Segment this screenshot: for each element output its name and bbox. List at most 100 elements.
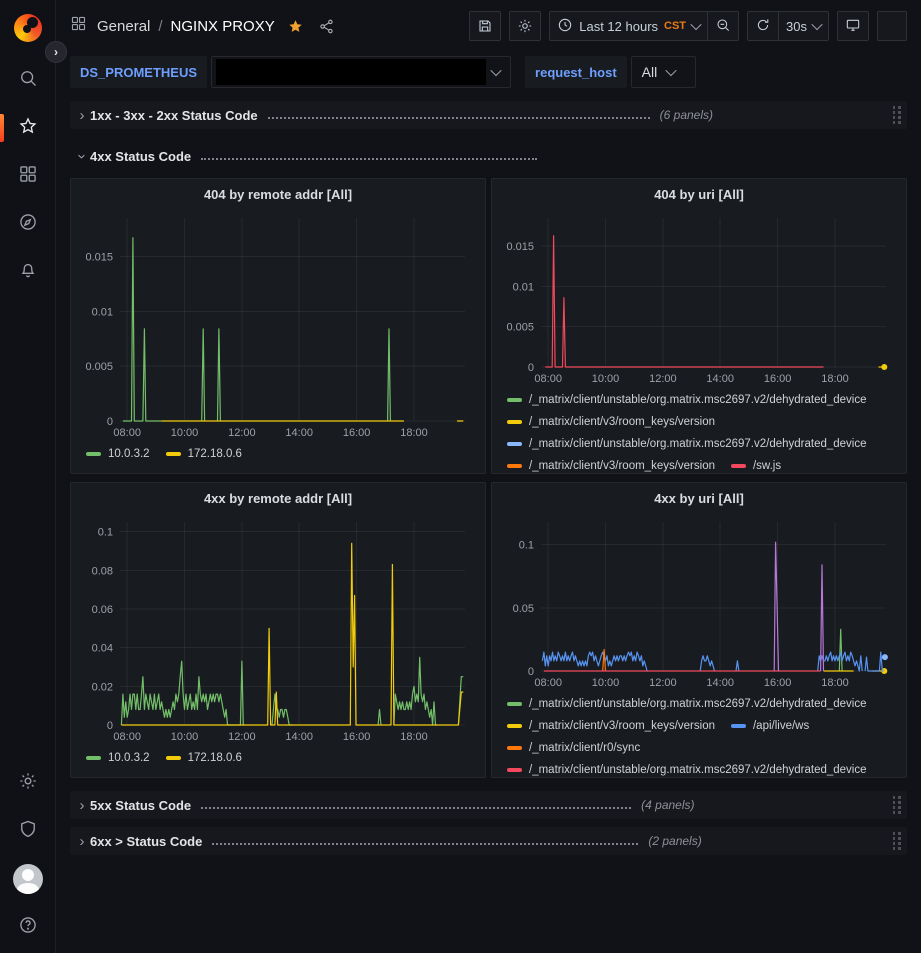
variable-label-ds-prometheus[interactable]: DS_PROMETHEUS (70, 56, 207, 88)
legend-item[interactable]: /_matrix/client/unstable/org.matrix.msc2… (507, 693, 867, 715)
timeseries-chart[interactable]: 00.020.040.060.080.108:0010:0012:0014:00… (76, 513, 479, 745)
row-drag-handle-icon[interactable] (893, 832, 902, 850)
svg-text:0.08: 0.08 (92, 565, 113, 577)
row-panel-count: (6 panels) (660, 108, 713, 122)
timeseries-chart[interactable]: 00.0050.010.01508:0010:0012:0014:0016:00… (497, 209, 900, 387)
row-drag-handle-icon[interactable] (893, 106, 902, 124)
svg-text:14:00: 14:00 (285, 427, 313, 439)
breadcrumb-folder[interactable]: General (97, 18, 150, 35)
dashboard-settings-button[interactable] (509, 11, 541, 41)
sidebar-item-help[interactable] (0, 903, 55, 951)
request-host-value: All (642, 64, 658, 80)
sidebar-item-dashboards[interactable] (0, 152, 55, 200)
legend-series-name: /_matrix/client/v3/room_keys/version (529, 416, 715, 428)
legend-item[interactable]: 172.18.0.6 (166, 747, 242, 769)
sidebar-bottom-nav (0, 759, 55, 953)
svg-text:0.04: 0.04 (92, 643, 113, 655)
svg-text:08:00: 08:00 (534, 373, 562, 385)
favorite-star-icon[interactable] (285, 16, 306, 37)
sidebar-item-profile[interactable] (0, 855, 55, 903)
chevron-right-icon: › (74, 797, 90, 814)
legend-swatch (86, 756, 101, 760)
row-drag-handle-icon[interactable] (893, 796, 902, 814)
panel-header[interactable]: 4xx by uri [All] (497, 483, 901, 513)
legend-item[interactable]: /_matrix/client/unstable/org.matrix.msc2… (507, 759, 867, 777)
timeseries-chart[interactable]: 00.0050.010.01508:0010:0012:0014:0016:00… (76, 209, 479, 441)
sidebar-item-server-admin[interactable] (0, 807, 55, 855)
legend-item[interactable]: 10.0.3.2 (86, 747, 150, 769)
sidebar-item-search[interactable] (0, 56, 55, 104)
panel-404-by-uri: 404 by uri [All] 00.0050.010.01508:0010:… (491, 178, 907, 474)
chevron-right-icon: › (74, 833, 90, 850)
svg-text:0.1: 0.1 (519, 540, 534, 552)
panel-header[interactable]: 404 by uri [All] (497, 179, 901, 209)
time-range-picker[interactable]: Last 12 hours CST (549, 11, 707, 41)
refresh-icon (755, 17, 771, 36)
breadcrumb-dashboard-title: NGINX PROXY (171, 18, 275, 35)
svg-text:10:00: 10:00 (171, 427, 199, 439)
dashboards-grid-icon (18, 164, 38, 189)
legend-item[interactable]: /_matrix/client/v3/room_keys/version (507, 411, 715, 433)
svg-text:16:00: 16:00 (343, 427, 371, 439)
more-options-button[interactable] (877, 11, 907, 41)
legend-item[interactable]: 172.18.0.6 (166, 443, 242, 465)
svg-text:0.005: 0.005 (506, 322, 534, 334)
request-host-variable-select[interactable]: All (631, 56, 697, 88)
legend-swatch (731, 724, 746, 728)
legend-series-name: /_matrix/client/v3/room_keys/version (529, 460, 715, 472)
sidebar-item-alerting[interactable] (0, 248, 55, 296)
help-icon (18, 915, 38, 940)
time-range-label: Last 12 hours (579, 19, 658, 34)
svg-text:12:00: 12:00 (228, 731, 256, 743)
legend-swatch (507, 724, 522, 728)
svg-text:0.01: 0.01 (513, 282, 534, 294)
share-icon[interactable] (316, 16, 337, 37)
row-6xx[interactable]: › 6xx > Status Code (2 panels) (70, 827, 907, 855)
tv-mode-button[interactable] (837, 11, 869, 41)
legend-swatch (731, 464, 746, 468)
panel-legend: /_matrix/client/unstable/org.matrix.msc2… (497, 387, 901, 473)
panel-4xx-by-remote-addr: 4xx by remote addr [All] 00.020.040.060.… (70, 482, 486, 778)
chevron-down-icon (690, 19, 701, 30)
sidebar: › (0, 0, 56, 953)
bell-icon (18, 260, 38, 285)
legend-item[interactable]: /sw.js (731, 455, 781, 473)
breadcrumb-separator: / (158, 18, 162, 35)
svg-text:12:00: 12:00 (228, 427, 256, 439)
row-1xx-3xx-2xx[interactable]: › 1xx - 3xx - 2xx Status Code (6 panels) (70, 101, 907, 129)
sidebar-item-settings[interactable] (0, 759, 55, 807)
legend-item[interactable]: 10.0.3.2 (86, 443, 150, 465)
row-title: 1xx - 3xx - 2xx Status Code (90, 108, 258, 123)
svg-text:0.015: 0.015 (85, 251, 113, 263)
panel-title: 4xx by uri [All] (654, 491, 744, 506)
panel-title: 4xx by remote addr [All] (204, 491, 352, 506)
panel-header[interactable]: 404 by remote addr [All] (76, 179, 480, 209)
sidebar-nav (0, 56, 55, 296)
timeseries-chart[interactable]: 00.050.108:0010:0012:0014:0016:0018:00 (497, 513, 900, 691)
breadcrumb: General / NGINX PROXY (97, 18, 275, 35)
sidebar-item-starred[interactable] (0, 104, 55, 152)
legend-item[interactable]: /_matrix/client/v3/room_keys/version (507, 715, 715, 737)
legend-item[interactable]: /api/live/ws (731, 715, 809, 737)
variable-label-request-host[interactable]: request_host (525, 56, 627, 88)
zoom-out-time-button[interactable] (707, 11, 739, 41)
panel-header[interactable]: 4xx by remote addr [All] (76, 483, 480, 513)
legend-item[interactable]: /_matrix/client/unstable/org.matrix.msc2… (507, 433, 867, 455)
refresh-button[interactable] (747, 11, 778, 41)
sidebar-item-explore[interactable] (0, 200, 55, 248)
legend-item[interactable]: /_matrix/client/v3/room_keys/version (507, 455, 715, 473)
refresh-interval-picker[interactable]: 30s (778, 11, 829, 41)
chevron-right-icon: › (74, 107, 90, 124)
svg-text:16:00: 16:00 (764, 373, 792, 385)
sidebar-collapse-button[interactable]: › (45, 41, 67, 63)
svg-text:12:00: 12:00 (649, 677, 677, 689)
row-4xx[interactable]: › 4xx Status Code (70, 142, 907, 170)
legend-item[interactable]: /_matrix/client/r0/sync (507, 737, 640, 759)
timezone-label: CST (664, 20, 686, 32)
legend-item[interactable]: /_matrix/client/unstable/org.matrix.msc2… (507, 389, 867, 411)
svg-text:08:00: 08:00 (534, 677, 562, 689)
save-dashboard-button[interactable] (469, 11, 501, 41)
legend-swatch (507, 746, 522, 750)
datasource-variable-select[interactable] (211, 56, 511, 88)
row-5xx[interactable]: › 5xx Status Code (4 panels) (70, 791, 907, 819)
